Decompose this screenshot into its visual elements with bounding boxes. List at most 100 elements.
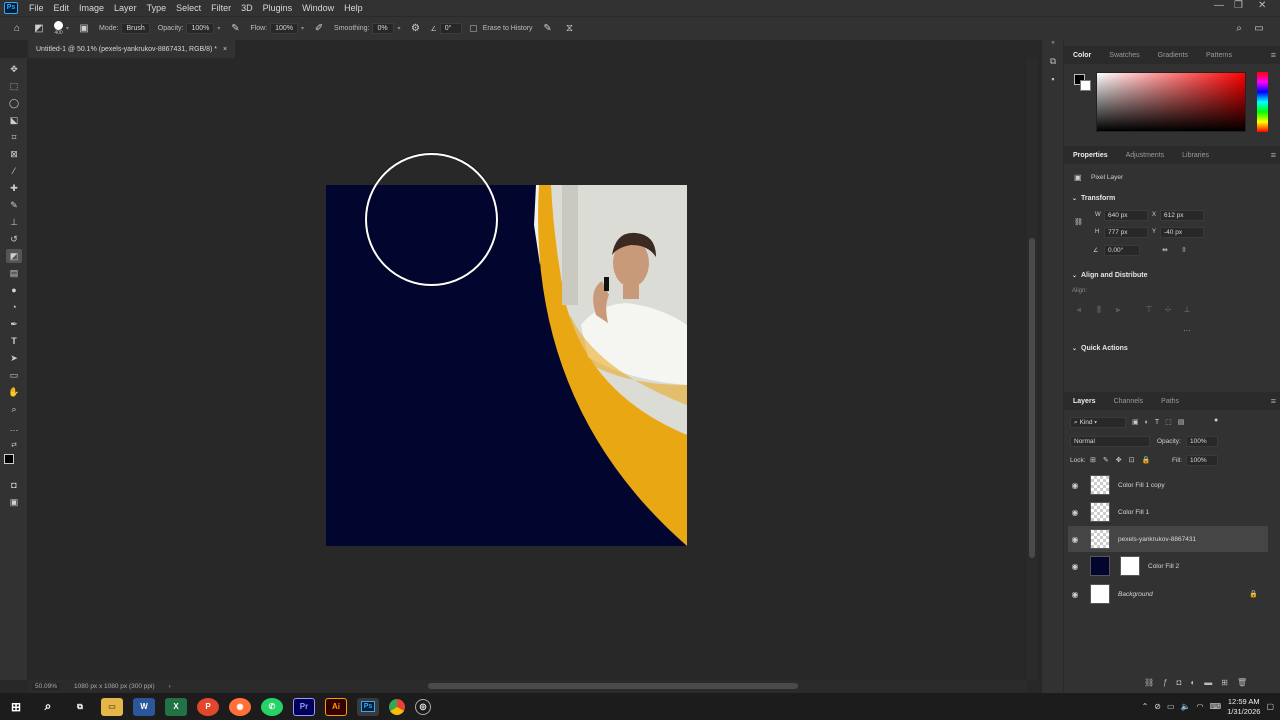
speaker-icon[interactable]: 🔈 [1181, 702, 1191, 711]
link-dimensions-icon[interactable]: ⛓ [1074, 218, 1083, 226]
tab-color[interactable]: Color [1064, 52, 1100, 59]
search-icon[interactable]: ⌕ [1232, 22, 1246, 36]
close-window-icon[interactable]: ✕ [1258, 0, 1266, 11]
close-tab-icon[interactable]: × [223, 46, 227, 53]
menu-image[interactable]: Image [74, 3, 109, 13]
quick-mask-icon[interactable]: ◘ [6, 478, 22, 492]
layer-filter-kind-select[interactable]: ⌕ Kind ▾ [1070, 417, 1126, 428]
chevron-down-icon[interactable]: ▾ [301, 25, 304, 32]
panel-menu-icon[interactable]: ≡ [1271, 396, 1276, 406]
blend-mode-select[interactable]: Normal [1070, 436, 1150, 447]
layer-row[interactable]: ◉ Color Fill 1 [1068, 499, 1268, 525]
layer-row[interactable]: ◉ Background 🔒 [1068, 581, 1268, 607]
width-field[interactable]: 640 px [1104, 210, 1148, 221]
document-tab[interactable]: Untitled-1 @ 50.1% (pexels-yankrukov-886… [28, 40, 236, 58]
fx-icon[interactable]: ƒ [1163, 678, 1176, 687]
clock[interactable]: 12:59 AM 1/31/2026 [1227, 697, 1260, 717]
wifi-icon[interactable]: ◠ [1197, 702, 1204, 711]
dodge-tool-icon[interactable]: ◔ [6, 300, 22, 314]
type-tool-icon[interactable]: T [6, 334, 22, 348]
object-selection-tool-icon[interactable]: ⬕ [6, 113, 22, 127]
panel-menu-icon[interactable]: ≡ [1271, 150, 1276, 160]
menu-file[interactable]: File [24, 3, 49, 13]
marquee-tool-icon[interactable]: ⬚ [6, 79, 22, 93]
search-icon[interactable]: ⌕ [37, 698, 59, 716]
layer-name[interactable]: pexels-yankrukov-8867431 [1118, 536, 1196, 543]
new-layer-icon[interactable]: ⊞ [1221, 678, 1237, 687]
chevron-down-icon[interactable]: ▾ [217, 25, 220, 32]
more-tools-icon[interactable]: … [6, 421, 22, 435]
tab-swatches[interactable]: Swatches [1100, 52, 1148, 59]
lasso-tool-icon[interactable]: ◯ [6, 96, 22, 110]
filter-toggle-icon[interactable]: ● [1214, 417, 1218, 424]
language-icon[interactable]: ⌨ [1210, 702, 1222, 711]
path-selection-tool-icon[interactable]: ➤ [6, 351, 22, 365]
align-top-icon[interactable]: ⊤ [1144, 305, 1154, 315]
collapse-panels-icon[interactable]: « [1046, 40, 1060, 54]
crop-tool-icon[interactable]: ⌗ [6, 130, 22, 144]
lock-options-icons[interactable]: ⊞✎✥⊡🔒 [1090, 456, 1157, 464]
tab-patterns[interactable]: Patterns [1197, 52, 1241, 59]
word-icon[interactable]: W [133, 697, 155, 716]
transform-section-title[interactable]: Transform [1081, 195, 1115, 202]
screen-mode-icon[interactable]: ▣ [6, 495, 22, 509]
tab-properties[interactable]: Properties [1064, 152, 1117, 159]
layer-opacity-field[interactable]: 100% [1186, 436, 1218, 447]
start-windows-icon[interactable]: ⊞ [5, 698, 27, 716]
visibility-eye-icon[interactable]: ◉ [1068, 590, 1082, 599]
flip-vertical-icon[interactable]: ⇳ [1181, 246, 1187, 254]
tray-app-icon[interactable]: ⊘ [1154, 702, 1161, 711]
layer-row[interactable]: ◉ Color Fill 2 [1068, 553, 1268, 579]
tab-layers[interactable]: Layers [1064, 398, 1105, 405]
capture-app-icon[interactable]: ◎ [415, 698, 431, 715]
menu-window[interactable]: Window [297, 3, 339, 13]
pressure-opacity-icon[interactable]: ✎ [228, 22, 242, 36]
height-field[interactable]: 777 px [1104, 227, 1148, 238]
show-hidden-icons-icon[interactable]: ⌃ [1142, 702, 1149, 711]
network-icon[interactable]: ▭ [1167, 702, 1175, 711]
eyedropper-tool-icon[interactable]: ⁄ [6, 164, 22, 178]
excel-icon[interactable]: X [165, 697, 187, 716]
more-options-icon[interactable]: … [1182, 324, 1192, 334]
align-section-title[interactable]: Align and Distribute [1081, 272, 1148, 279]
visibility-eye-icon[interactable]: ◉ [1068, 562, 1082, 571]
pen-tool-icon[interactable]: ✒ [6, 317, 22, 331]
history-brush-tool-icon[interactable]: ↺ [6, 232, 22, 246]
flow-field[interactable]: 100% [270, 23, 299, 34]
illustrator-icon[interactable]: Ai [325, 697, 347, 716]
align-bottom-icon[interactable]: ⊥ [1182, 305, 1192, 315]
premiere-pro-icon[interactable]: Pr [293, 697, 315, 716]
rotation-field[interactable]: 0.00° [1104, 245, 1140, 256]
task-view-icon[interactable]: ⧉ [69, 698, 91, 716]
vertical-scroll-thumb[interactable] [1029, 238, 1035, 558]
layer-row[interactable]: ◉ Color Fill 1 copy [1068, 472, 1268, 498]
history-panel-icon[interactable]: ⧉ [1046, 56, 1060, 70]
photoshop-taskbar-button[interactable]: Ps [357, 697, 379, 716]
zoom-tool-icon[interactable]: ⌕ [6, 402, 22, 416]
align-right-icon[interactable]: ⫸ [1113, 305, 1123, 315]
eraser-tool-preset-icon[interactable]: ◩ [32, 22, 46, 36]
flip-horizontal-icon[interactable]: ⇹ [1162, 246, 1168, 254]
tab-paths[interactable]: Paths [1152, 398, 1188, 405]
quick-actions-title[interactable]: Quick Actions [1081, 345, 1128, 352]
erase-to-history-checkbox[interactable] [469, 25, 477, 32]
link-layers-icon[interactable]: ⛓ [1144, 678, 1163, 687]
chrome-icon[interactable] [389, 698, 405, 715]
menu-layer[interactable]: Layer [109, 3, 142, 13]
pdf-icon[interactable]: P [197, 697, 219, 716]
opacity-field[interactable]: 100% [186, 23, 215, 34]
smoothing-settings-gear-icon[interactable]: ⚙ [408, 22, 422, 36]
layer-name[interactable]: Color Fill 1 copy [1118, 482, 1165, 489]
default-colors-icon[interactable]: ⇄ [6, 438, 22, 452]
layer-filter-icons[interactable]: ▣◐T⬚▤ [1132, 418, 1190, 426]
add-mask-icon[interactable]: ◘ [1177, 678, 1191, 687]
adjustment-layer-icon[interactable]: ◐ [1190, 678, 1204, 687]
x-position-field[interactable]: 612 px [1160, 210, 1204, 221]
mode-select[interactable]: Brush [121, 23, 150, 34]
healing-brush-tool-icon[interactable]: ✚ [6, 181, 22, 195]
clone-stamp-tool-icon[interactable]: ⊥ [6, 215, 22, 229]
panel-menu-icon[interactable]: ≡ [1271, 50, 1276, 60]
erase-to-history-option[interactable]: Erase to History [469, 25, 533, 32]
eraser-tool-icon[interactable]: ◩ [6, 249, 22, 263]
tab-adjustments[interactable]: Adjustments [1117, 152, 1174, 159]
